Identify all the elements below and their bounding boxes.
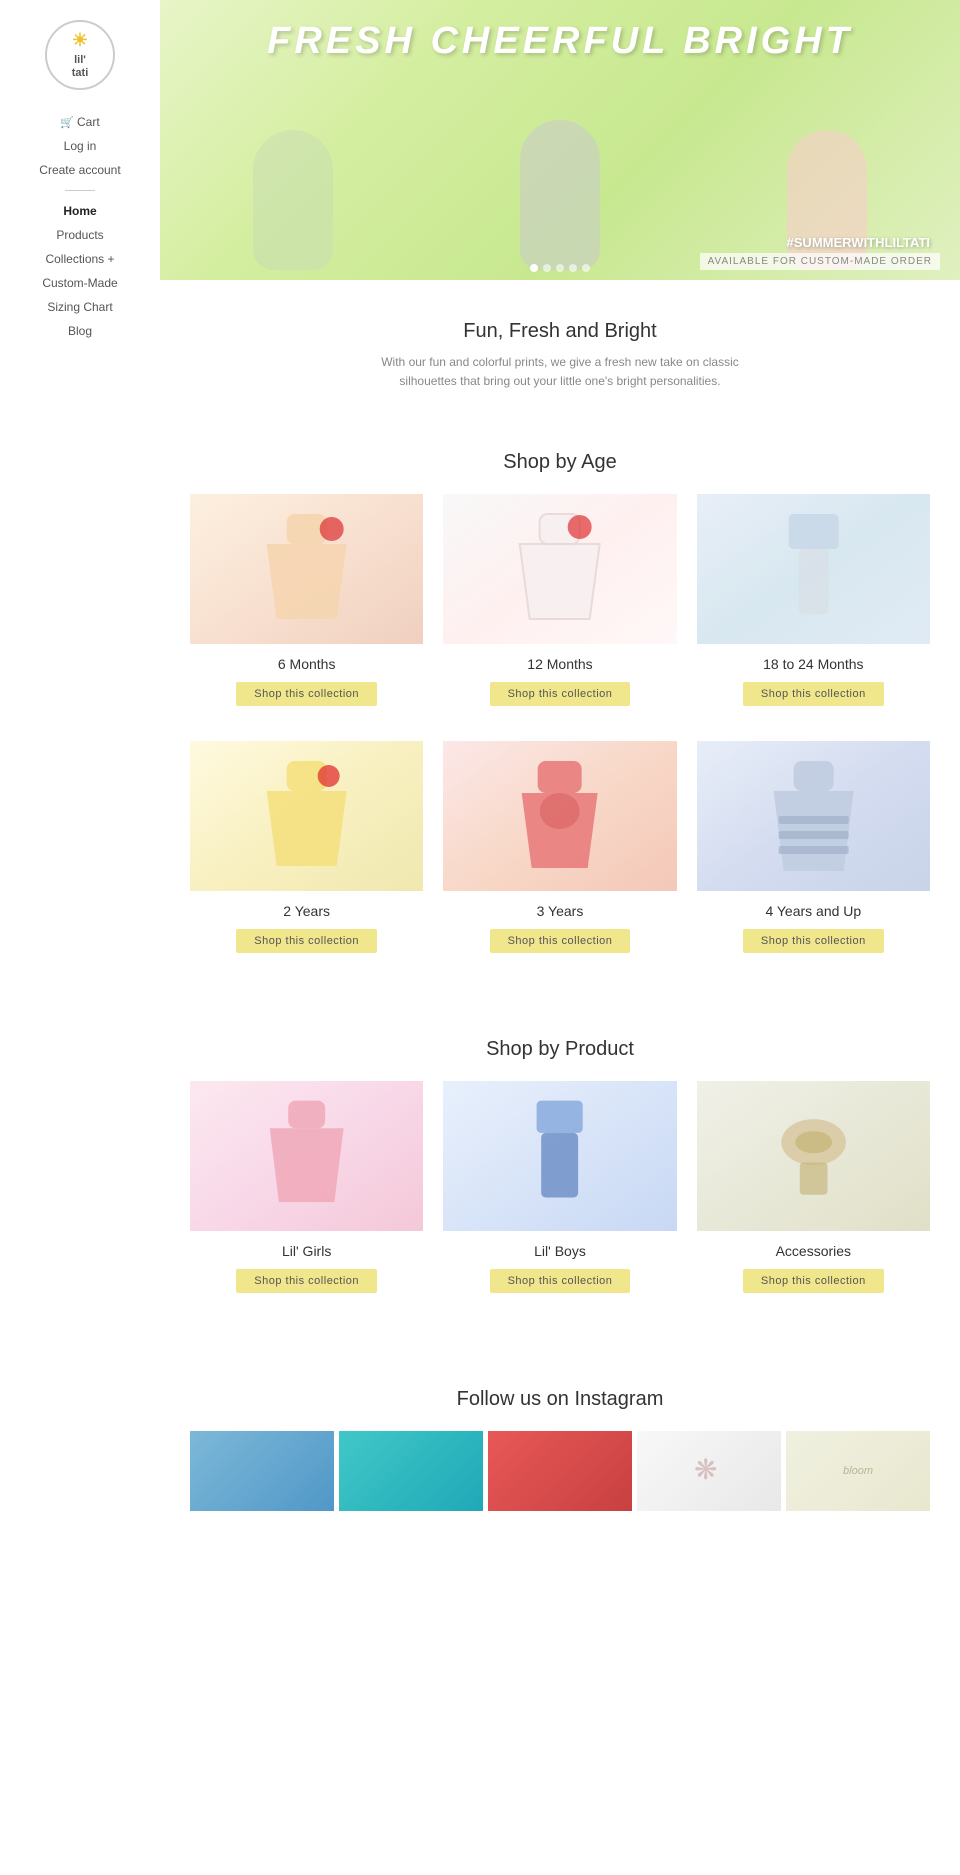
product-label-12months: 12 Months <box>527 656 592 672</box>
shop-btn-girls[interactable]: Shop this collection <box>236 1269 377 1293</box>
sun-icon: ☀ <box>72 30 88 52</box>
instagram-thumb-4[interactable]: ❋ <box>637 1431 781 1511</box>
product-image-4years <box>697 741 930 891</box>
product-label-girls: Lil' Girls <box>282 1243 331 1259</box>
login-link[interactable]: Log in <box>0 134 160 158</box>
hero-text-overlay: FRESH CHEERFUL BRIGHT <box>160 20 960 63</box>
product-card-1824months: 18 to 24 Months Shop this collection <box>697 494 930 721</box>
instagram-thumb-3[interactable] <box>488 1431 632 1511</box>
hero-banner: FRESH CHEERFUL BRIGHT #SUMMERWITHLILTATI… <box>160 0 960 280</box>
logo-text2: tati <box>72 67 89 80</box>
create-account-link[interactable]: Create account <box>0 158 160 182</box>
sidebar-utility-nav: 🛒Cart Log in Create account <box>0 110 160 182</box>
product-image-12months <box>443 494 676 644</box>
svg-text:❋: ❋ <box>694 1454 717 1485</box>
product-image-boys <box>443 1081 676 1231</box>
sidebar-item-home[interactable]: Home <box>0 199 160 223</box>
hero-subtitle: AVAILABLE FOR CUSTOM-MADE ORDER <box>700 253 940 270</box>
shop-by-product-section: Shop by Product Lil' Girls Shop this col… <box>160 1008 960 1348</box>
hero-dot-5[interactable] <box>582 264 590 272</box>
shop-btn-3years[interactable]: Shop this collection <box>490 929 631 953</box>
sidebar-item-collections[interactable]: Collections + <box>0 247 160 271</box>
shop-by-product-title: Shop by Product <box>190 1038 930 1061</box>
product-card-accessories: Accessories Shop this collection <box>697 1081 930 1308</box>
product-image-2years <box>190 741 423 891</box>
hero-dot-3[interactable] <box>556 264 564 272</box>
hero-dot-2[interactable] <box>543 264 551 272</box>
shop-btn-accessories[interactable]: Shop this collection <box>743 1269 884 1293</box>
logo-text: lil' <box>74 54 86 67</box>
product-card-3years: 3 Years Shop this collection <box>443 741 676 968</box>
intro-section: Fun, Fresh and Bright With our fun and c… <box>160 280 960 431</box>
hero-dots <box>530 264 590 272</box>
shop-btn-4years[interactable]: Shop this collection <box>743 929 884 953</box>
sidebar-item-sizingchart[interactable]: Sizing Chart <box>0 295 160 319</box>
shop-btn-boys[interactable]: Shop this collection <box>490 1269 631 1293</box>
intro-title: Fun, Fresh and Bright <box>190 320 930 343</box>
instagram-thumb-5[interactable]: bloom <box>786 1431 930 1511</box>
product-image-3years <box>443 741 676 891</box>
sidebar-item-custommade[interactable]: Custom-Made <box>0 271 160 295</box>
shop-btn-2years[interactable]: Shop this collection <box>236 929 377 953</box>
sidebar-divider <box>65 190 95 191</box>
age-product-grid: 6 Months Shop this collection 12 Months … <box>190 494 930 968</box>
product-label-2years: 2 Years <box>283 903 330 919</box>
sidebar-item-products[interactable]: Products <box>0 223 160 247</box>
product-card-girls: Lil' Girls Shop this collection <box>190 1081 423 1308</box>
instagram-thumb-2[interactable] <box>339 1431 483 1511</box>
page-wrapper: ☀ lil' tati 🛒Cart Log in Create account … <box>0 0 960 1875</box>
product-card-6months: 6 Months Shop this collection <box>190 494 423 721</box>
product-label-1824months: 18 to 24 Months <box>763 656 863 672</box>
product-card-4years: 4 Years and Up Shop this collection <box>697 741 930 968</box>
shop-btn-1824months[interactable]: Shop this collection <box>743 682 884 706</box>
shop-by-age-title: Shop by Age <box>190 451 930 474</box>
instagram-title: Follow us on Instagram <box>190 1388 930 1411</box>
shop-by-age-section: Shop by Age 6 Months Shop this collectio… <box>160 431 960 1008</box>
intro-subtitle: With our fun and colorful prints, we giv… <box>370 353 750 391</box>
product-label-boys: Lil' Boys <box>534 1243 586 1259</box>
product-image-accessories <box>697 1081 930 1231</box>
product-label-4years: 4 Years and Up <box>765 903 861 919</box>
hero-title: FRESH CHEERFUL BRIGHT <box>160 20 960 63</box>
cart-link[interactable]: 🛒Cart <box>0 110 160 134</box>
product-category-grid: Lil' Girls Shop this collection Lil' Boy… <box>190 1081 930 1308</box>
sidebar-item-blog[interactable]: Blog <box>0 319 160 343</box>
cart-icon: 🛒 <box>60 117 74 129</box>
logo[interactable]: ☀ lil' tati <box>45 20 115 90</box>
product-image-1824months <box>697 494 930 644</box>
product-image-girls <box>190 1081 423 1231</box>
product-label-3years: 3 Years <box>537 903 584 919</box>
sidebar-main-nav: Home Products Collections + Custom-Made … <box>0 199 160 343</box>
instagram-section: Follow us on Instagram ❋ bloom <box>160 1348 960 1531</box>
product-card-2years: 2 Years Shop this collection <box>190 741 423 968</box>
instagram-grid: ❋ bloom <box>190 1431 930 1511</box>
hero-dot-4[interactable] <box>569 264 577 272</box>
hero-hashtag: #SUMMERWITHLILTATI <box>787 235 930 250</box>
shop-btn-6months[interactable]: Shop this collection <box>236 682 377 706</box>
main-content: FRESH CHEERFUL BRIGHT #SUMMERWITHLILTATI… <box>160 0 960 1875</box>
shop-btn-12months[interactable]: Shop this collection <box>490 682 631 706</box>
instagram-thumb-1[interactable] <box>190 1431 334 1511</box>
product-card-12months: 12 Months Shop this collection <box>443 494 676 721</box>
sidebar: ☀ lil' tati 🛒Cart Log in Create account … <box>0 0 160 1875</box>
hero-dot-1[interactable] <box>530 264 538 272</box>
product-card-boys: Lil' Boys Shop this collection <box>443 1081 676 1308</box>
product-label-6months: 6 Months <box>278 656 336 672</box>
product-image-6months <box>190 494 423 644</box>
product-label-accessories: Accessories <box>776 1243 851 1259</box>
